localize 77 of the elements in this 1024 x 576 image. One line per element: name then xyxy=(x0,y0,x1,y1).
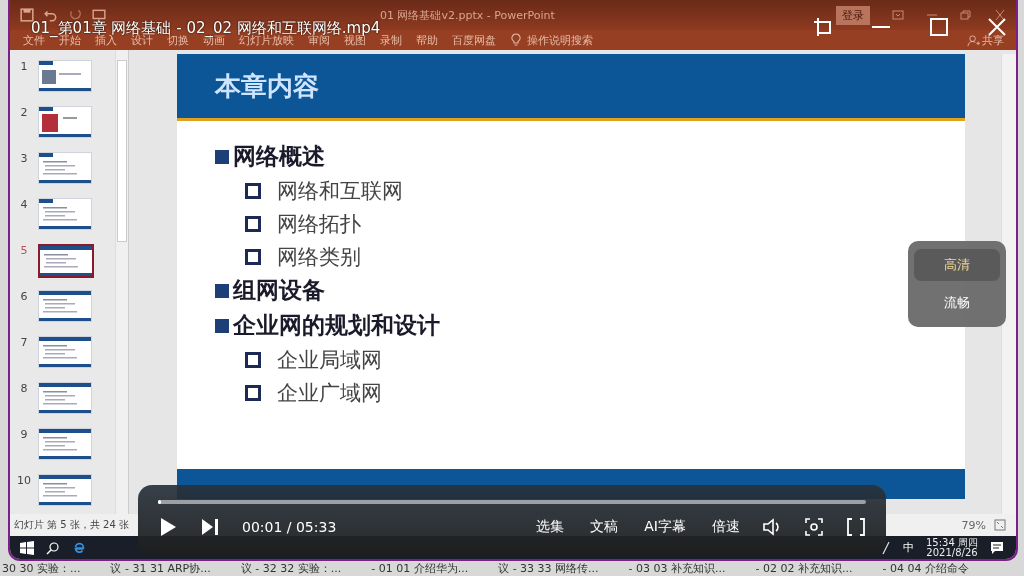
bullet-icon xyxy=(215,149,229,164)
bullet-icon xyxy=(245,215,261,232)
background-window-title: - 03 03 补充知识... xyxy=(628,561,726,576)
bullet-icon xyxy=(245,351,261,368)
redo-icon[interactable] xyxy=(68,8,82,22)
quality-option[interactable]: 流畅 xyxy=(914,287,1000,319)
background-window-title: 议 - 33 33 网络传... xyxy=(498,561,599,576)
ribbon-tab[interactable]: 百度网盘 xyxy=(445,32,503,48)
maximize-icon[interactable] xyxy=(928,16,950,38)
player-option-button[interactable]: 文稿 xyxy=(590,518,619,536)
lightbulb-icon xyxy=(511,33,521,47)
slide-number: 1 xyxy=(19,60,29,73)
slide-thumbnail[interactable] xyxy=(38,244,94,278)
screenshot-icon[interactable] xyxy=(804,517,824,537)
search-icon[interactable] xyxy=(46,540,60,555)
slide-number: 3 xyxy=(19,152,29,165)
slide-number: 5 xyxy=(19,244,29,257)
share-person-icon[interactable] xyxy=(967,33,980,47)
bullet-text: 网络拓扑 xyxy=(277,210,361,238)
background-window-title: 议 - 32 32 实验：... xyxy=(240,561,342,576)
fit-to-window-icon[interactable] xyxy=(994,519,1006,532)
notification-icon[interactable] xyxy=(990,540,1004,555)
background-window-title: 30 30 实验：... xyxy=(2,561,81,576)
player-option-button[interactable]: 倍速 xyxy=(712,518,740,536)
background-window-title: - 04 04 介绍命令 xyxy=(882,561,969,576)
scrollbar[interactable] xyxy=(1001,54,1016,515)
bullet-text: 组网设备 xyxy=(233,275,325,305)
next-icon[interactable] xyxy=(200,517,220,537)
slide-number: 2 xyxy=(19,106,29,119)
tell-me-search[interactable]: 操作说明搜索 xyxy=(527,32,593,48)
browser-icon[interactable] xyxy=(72,540,86,555)
sign-in-button[interactable]: 登录 xyxy=(836,5,870,25)
input-method-indicator[interactable]: 中 xyxy=(903,540,914,556)
playback-time: 00:01 / 05:33 xyxy=(242,519,337,535)
slide-number: 9 xyxy=(19,428,29,441)
slide-number: 6 xyxy=(19,290,29,303)
background-window-title: - 02 02 补充知识... xyxy=(755,561,853,576)
share-button[interactable]: 共享 xyxy=(982,32,1004,48)
zoom-level[interactable]: 79% xyxy=(961,518,986,532)
background-window-title: - 01 01 介绍华为... xyxy=(371,561,469,576)
undo-icon[interactable] xyxy=(44,8,58,22)
bullet-text: 企业局域网 xyxy=(277,346,382,374)
bullet-icon xyxy=(245,182,261,199)
slide-count-label: 幻灯片 第 5 张，共 24 张 xyxy=(14,518,129,533)
bullet-icon xyxy=(245,384,261,401)
restore-icon[interactable] xyxy=(960,10,972,20)
slide-title: 本章内容 xyxy=(215,69,319,103)
slide-number: 8 xyxy=(19,382,29,395)
bullet-text: 网络概述 xyxy=(233,141,325,171)
ribbon-tab[interactable]: 帮助 xyxy=(409,32,445,48)
bullet-text: 企业网的规划和设计 xyxy=(233,310,440,340)
player-option-button[interactable]: 选集 xyxy=(536,518,565,536)
bullet-icon xyxy=(215,318,229,333)
fullscreen-icon[interactable] xyxy=(846,517,866,537)
volume-icon[interactable] xyxy=(762,517,782,537)
bullet-icon xyxy=(215,283,229,298)
clock-date: 2021/8/26 xyxy=(926,547,978,558)
ribbon-display-icon[interactable] xyxy=(892,10,904,20)
player-option-button[interactable]: AI字幕 xyxy=(644,518,686,536)
clock-time: 15:34 周四 xyxy=(926,537,978,548)
save-icon[interactable] xyxy=(20,8,34,22)
bullet-text: 网络和互联网 xyxy=(277,177,403,205)
ribbon-tab[interactable]: 录制 xyxy=(373,32,409,48)
progress-track[interactable] xyxy=(158,500,866,504)
bullet-text: 企业广域网 xyxy=(277,379,382,407)
scrollbar[interactable] xyxy=(115,50,128,515)
slide-number: 7 xyxy=(19,336,29,349)
bullet-text: 网络类别 xyxy=(277,243,361,271)
picture-in-picture-icon[interactable] xyxy=(812,16,834,38)
window-title: 01 网络基础v2.pptx - PowerPoint xyxy=(380,7,555,23)
background-window-title: 议 - 31 31 ARP协... xyxy=(110,561,211,576)
quality-option[interactable]: 高清 xyxy=(914,249,1000,281)
presentation-icon[interactable] xyxy=(92,8,106,22)
bullet-icon xyxy=(245,248,261,265)
slide-number: 4 xyxy=(19,198,29,211)
windows-start-icon[interactable] xyxy=(20,540,34,555)
slide-number: 10 xyxy=(16,474,32,487)
